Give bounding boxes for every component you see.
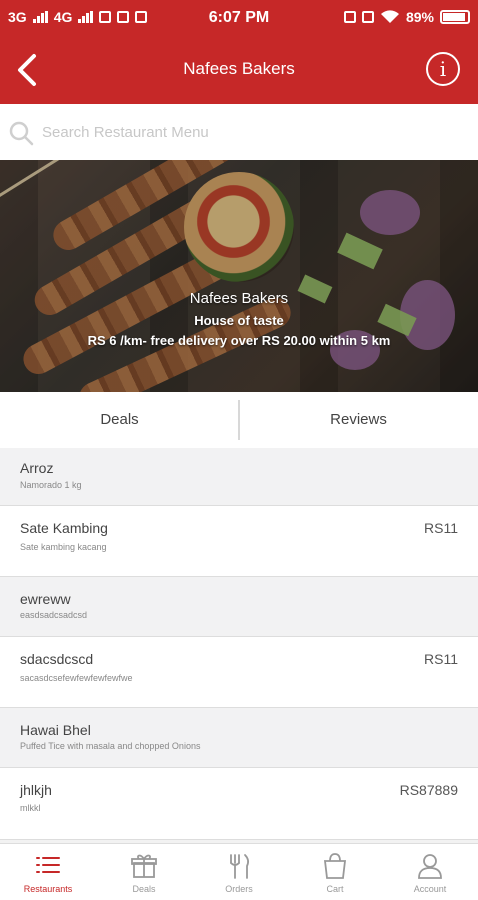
menu-item-desc: Puffed Tice with masala and chopped Onio… bbox=[20, 741, 201, 751]
list-icon bbox=[36, 857, 60, 873]
nav-deals[interactable]: Deals bbox=[96, 844, 192, 900]
menu-item-name: Arroz bbox=[20, 460, 54, 476]
info-button[interactable]: i bbox=[426, 52, 460, 86]
menu-item[interactable]: Hawai Bhel Puffed Tice with masala and c… bbox=[0, 708, 478, 768]
vibrate-icon bbox=[343, 11, 356, 23]
search-bar bbox=[0, 104, 478, 160]
tab-deals[interactable]: Deals bbox=[0, 392, 239, 448]
banner-restaurant-name: Nafees Bakers bbox=[189, 290, 289, 307]
nav-cart[interactable]: Cart bbox=[287, 844, 383, 900]
menu-item-name: sdacsdcscd bbox=[20, 651, 94, 667]
menu-item-desc: Namorado 1 kg bbox=[20, 480, 82, 490]
banner-delivery-info: RS 6 /km- free delivery over RS 20.00 wi… bbox=[87, 333, 391, 348]
menu-item[interactable]: sdacsdcscd sacasdcsefewfewfewfewfwe RS11 bbox=[0, 637, 478, 708]
bottom-nav: Restaurants Deals Orders Cart Account bbox=[0, 843, 478, 900]
nav-label: Deals bbox=[132, 884, 156, 894]
shopping-bag-icon bbox=[323, 853, 347, 879]
menu-item-name: Hawai Bhel bbox=[20, 722, 91, 738]
nav-restaurants[interactable]: Restaurants bbox=[0, 844, 96, 900]
nav-label: Cart bbox=[326, 884, 344, 894]
volte-icon bbox=[361, 11, 374, 23]
menu-item-desc: sacasdcsefewfewfewfewfwe bbox=[20, 673, 133, 683]
tab-reviews[interactable]: Reviews bbox=[239, 392, 478, 448]
user-icon bbox=[418, 854, 442, 879]
app-bar: Nafees Bakers i bbox=[0, 34, 478, 104]
menu-item-name: Sate Kambing bbox=[20, 520, 108, 536]
status-bar: 3G 4G 6:07 PM 89% bbox=[0, 0, 478, 34]
nav-account[interactable]: Account bbox=[382, 844, 478, 900]
search-input[interactable] bbox=[42, 118, 462, 146]
info-icon: i bbox=[439, 57, 447, 81]
menu-item-price: RS87889 bbox=[399, 782, 458, 798]
nav-label: Orders bbox=[225, 884, 253, 894]
wifi-icon bbox=[380, 10, 399, 23]
nav-label: Restaurants bbox=[23, 884, 73, 894]
menu-item-name: jhlkjh bbox=[20, 782, 52, 798]
page-title: Nafees Bakers bbox=[183, 59, 295, 78]
menu-item-desc: easdsadcsadcsd bbox=[20, 610, 88, 620]
battery-percent: 89% bbox=[405, 9, 434, 25]
menu-item-name: ewreww bbox=[20, 591, 71, 607]
menu-item[interactable]: ewreww easdsadcsadcsd bbox=[0, 577, 478, 637]
menu-item-price: RS11 bbox=[424, 520, 458, 536]
search-icon bbox=[9, 121, 34, 146]
banner-overlay bbox=[0, 160, 478, 392]
nav-label: Account bbox=[413, 884, 447, 894]
utensils-icon bbox=[230, 854, 250, 879]
menu-item-desc: Sate kambing kacang bbox=[20, 542, 107, 552]
battery-icon bbox=[440, 10, 470, 24]
status-right: 89% bbox=[343, 9, 470, 25]
menu-item[interactable]: Arroz Namorado 1 kg bbox=[0, 448, 478, 506]
nav-orders[interactable]: Orders bbox=[191, 844, 287, 900]
tab-bar: Deals Reviews bbox=[0, 392, 478, 448]
menu-item[interactable]: jhlkjh mlkkl RS87889 bbox=[0, 768, 478, 840]
menu-item-desc: mlkkl bbox=[20, 803, 41, 813]
menu-item[interactable]: Sate Kambing Sate kambing kacang RS11 bbox=[0, 506, 478, 577]
banner-tagline: House of taste bbox=[194, 313, 284, 328]
gift-icon bbox=[131, 854, 157, 878]
menu-item-price: RS11 bbox=[424, 651, 458, 667]
